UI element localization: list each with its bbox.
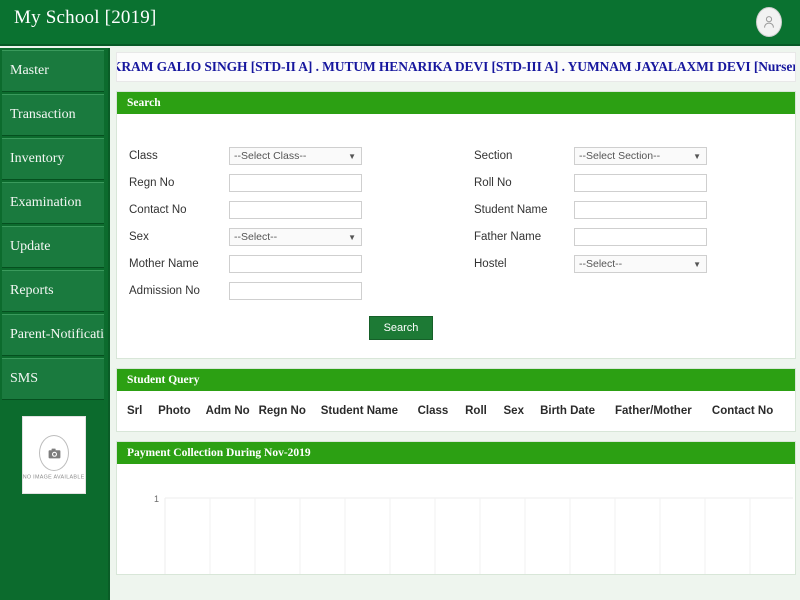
form-row-sex: Sex --Select-- ▼: [129, 223, 456, 250]
camera-icon: [39, 435, 69, 471]
search-form-left-column: Class --Select Class-- ▼ Regn No Contact…: [117, 142, 456, 304]
user-avatar-icon[interactable]: [756, 7, 782, 37]
form-row-class: Class --Select Class-- ▼: [129, 142, 456, 169]
search-panel-title: Search: [127, 97, 161, 109]
sidebar-item-label: Examination: [10, 195, 82, 211]
sidebar-item-label: Master: [10, 63, 49, 79]
column-header-class: Class: [418, 405, 466, 417]
section-select[interactable]: --Select Section-- ▼: [574, 147, 707, 165]
hostel-select[interactable]: --Select-- ▼: [574, 255, 707, 273]
form-row-roll-no: Roll No: [474, 169, 795, 196]
payment-collection-panel-header: Payment Collection During Nov-2019: [117, 442, 795, 464]
sidebar-item-label: Transaction: [10, 107, 76, 123]
chart-gridlines: [165, 498, 793, 574]
student-name-input[interactable]: [574, 201, 707, 219]
sidebar-item-update[interactable]: Update: [2, 226, 104, 268]
form-row-student-name: Student Name: [474, 196, 795, 223]
column-header-adm-no: Adm No: [206, 405, 259, 417]
sidebar-item-label: Update: [10, 239, 50, 255]
user-glyph-icon: [763, 15, 775, 29]
form-row-mother-name: Mother Name: [129, 250, 456, 277]
form-row-father-name: Father Name: [474, 223, 795, 250]
form-row-section: Section --Select Section-- ▼: [474, 142, 795, 169]
contact-no-input[interactable]: [229, 201, 362, 219]
sidebar-item-examination[interactable]: Examination: [2, 182, 104, 224]
form-row-hostel: Hostel --Select-- ▼: [474, 250, 795, 277]
class-select-value: --Select Class--: [234, 150, 306, 162]
sidebar-item-inventory[interactable]: Inventory: [2, 138, 104, 180]
chevron-down-icon: ▼: [348, 233, 356, 242]
column-header-regn-no: Regn No: [259, 405, 321, 417]
main-content: KRAM GALIO SINGH [STD-II A] . MUTUM HENA…: [112, 48, 800, 600]
column-header-sex: Sex: [504, 405, 541, 417]
column-header-photo: Photo: [158, 405, 206, 417]
hostel-select-value: --Select--: [579, 258, 622, 270]
sidebar-item-label: Reports: [10, 283, 54, 299]
roll-no-label: Roll No: [474, 177, 574, 189]
search-panel-header: Search: [117, 92, 795, 114]
sex-label: Sex: [129, 231, 229, 243]
search-button[interactable]: Search: [369, 316, 434, 340]
search-form-right-column: Section --Select Section-- ▼ Roll No Stu…: [456, 142, 795, 304]
sidebar-item-master[interactable]: Master: [2, 50, 104, 92]
column-header-father-mother: Father/Mother: [615, 405, 712, 417]
column-header-contact-no: Contact No: [712, 405, 785, 417]
section-label: Section: [474, 150, 574, 162]
column-header-roll: Roll: [465, 405, 503, 417]
chevron-down-icon: ▼: [693, 152, 701, 161]
photo-placeholder-caption: NO IMAGE AVAILABLE: [23, 474, 85, 480]
student-query-panel-title: Student Query: [127, 374, 200, 386]
admission-no-input[interactable]: [229, 282, 362, 300]
sidebar-item-label: Inventory: [10, 151, 64, 167]
marquee-text: KRAM GALIO SINGH [STD-II A] . MUTUM HENA…: [116, 59, 796, 75]
sidebar-item-sms[interactable]: SMS: [2, 358, 104, 400]
camera-glyph-icon: [48, 448, 61, 459]
sex-select-value: --Select--: [234, 231, 277, 243]
payment-chart-svg: 1: [117, 464, 793, 574]
student-query-table-header: Srl Photo Adm No Regn No Student Name Cl…: [117, 391, 795, 431]
search-panel-body: Class --Select Class-- ▼ Regn No Contact…: [117, 114, 795, 358]
admission-no-label: Admission No: [129, 285, 229, 297]
column-header-student-name: Student Name: [321, 405, 418, 417]
student-query-panel-body: Srl Photo Adm No Regn No Student Name Cl…: [117, 391, 795, 431]
student-query-panel-header: Student Query: [117, 369, 795, 391]
father-name-label: Father Name: [474, 231, 574, 243]
form-row-admission-no: Admission No: [129, 277, 456, 304]
class-select[interactable]: --Select Class-- ▼: [229, 147, 362, 165]
student-query-panel: Student Query Srl Photo Adm No Regn No S…: [116, 368, 796, 432]
chevron-down-icon: ▼: [348, 152, 356, 161]
chevron-down-icon: ▼: [693, 260, 701, 269]
regn-no-label: Regn No: [129, 177, 229, 189]
mother-name-input[interactable]: [229, 255, 362, 273]
father-name-input[interactable]: [574, 228, 707, 246]
chart-y-axis-tick-label: 1: [154, 494, 159, 504]
roll-no-input[interactable]: [574, 174, 707, 192]
payment-collection-panel: Payment Collection During Nov-2019: [116, 441, 796, 575]
column-header-srl: Srl: [127, 405, 158, 417]
student-photo-placeholder: NO IMAGE AVAILABLE: [22, 416, 86, 494]
regn-no-input[interactable]: [229, 174, 362, 192]
search-panel: Search Class --Select Class-- ▼: [116, 91, 796, 359]
announcement-marquee: KRAM GALIO SINGH [STD-II A] . MUTUM HENA…: [116, 52, 796, 82]
class-label: Class: [129, 150, 229, 162]
payment-collection-chart: 1: [117, 464, 795, 574]
hostel-label: Hostel: [474, 258, 574, 270]
column-header-birth-date: Birth Date: [540, 405, 615, 417]
student-name-label: Student Name: [474, 204, 574, 216]
form-row-regn-no: Regn No: [129, 169, 456, 196]
search-button-row: Search: [7, 304, 795, 346]
form-row-contact-no: Contact No: [129, 196, 456, 223]
page-root: My School [2019] Master Transaction Inve…: [0, 0, 800, 600]
page-title: My School [2019]: [14, 7, 157, 29]
sidebar-item-transaction[interactable]: Transaction: [2, 94, 104, 136]
sidebar-item-label: SMS: [10, 371, 38, 387]
payment-collection-panel-title: Payment Collection During Nov-2019: [127, 447, 311, 459]
sex-select[interactable]: --Select-- ▼: [229, 228, 362, 246]
mother-name-label: Mother Name: [129, 258, 229, 270]
section-select-value: --Select Section--: [579, 150, 660, 162]
contact-no-label: Contact No: [129, 204, 229, 216]
top-header-bar: My School [2019]: [0, 0, 800, 46]
